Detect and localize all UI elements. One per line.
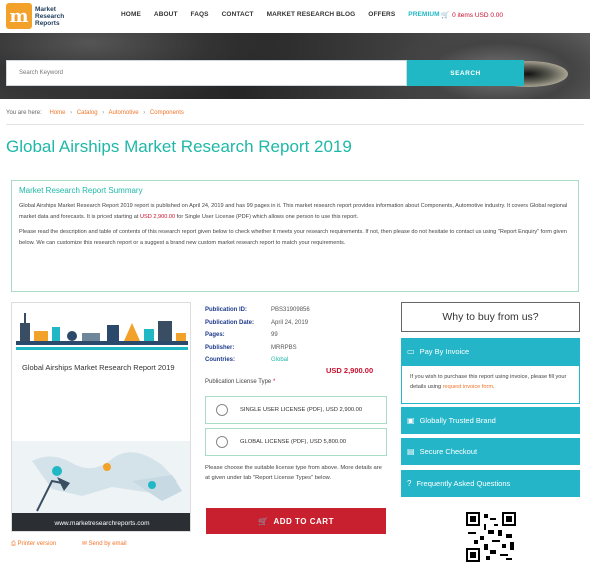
- cart-summary[interactable]: 🛒 0 items USD 0.00: [441, 11, 503, 19]
- send-by-email-link[interactable]: ✉ Send by email: [82, 541, 139, 547]
- search-button[interactable]: SEARCH: [407, 60, 524, 86]
- pay-by-invoice-button[interactable]: ▭ Pay By Invoice: [401, 338, 580, 365]
- nav-home[interactable]: HOME: [121, 11, 141, 18]
- report-cover-image: Global Airships Market Research Report 2…: [11, 302, 191, 532]
- detail-row-publisher: Publisher: MRRPBS: [205, 344, 297, 351]
- logo-mark-icon: m: [6, 3, 32, 29]
- report-actions: ⎙ Printer version ✉ Send by email: [11, 540, 151, 548]
- detail-row-countries: Countries: Global: [205, 354, 310, 367]
- nav-contact[interactable]: CONTACT: [222, 11, 254, 18]
- site-logo[interactable]: m Market Research Reports: [6, 2, 76, 30]
- logo-text: Market Research Reports: [35, 5, 65, 27]
- countries-link[interactable]: Global: [271, 354, 288, 367]
- world-map-illustration: [12, 441, 190, 521]
- breadcrumb-components[interactable]: Components: [150, 110, 184, 116]
- detail-row-date: Publication Date: April 24, 2019: [205, 319, 309, 326]
- request-invoice-link[interactable]: request invoice form: [443, 384, 493, 390]
- industry-illustration: [12, 303, 190, 353]
- summary-price: USD 2,900.00: [139, 213, 176, 220]
- breadcrumb-home[interactable]: Home: [49, 110, 65, 116]
- global-license-radio[interactable]: [216, 436, 228, 448]
- breadcrumb-automotive[interactable]: Automotive: [109, 110, 139, 116]
- search-placeholder: Search Keyword: [19, 70, 64, 76]
- cart-text: 0 items USD 0.00: [452, 12, 504, 19]
- publication-details: Publication ID: PBS31909856 Publication D…: [205, 304, 310, 367]
- cover-title: Global Airships Market Research Report 2…: [22, 363, 175, 372]
- invoice-info: If you wish to purchase this report usin…: [401, 365, 580, 404]
- site-header: m Market Research Reports HOME ABOUT FAQ…: [0, 0, 590, 33]
- summary-paragraph-1: Global Airships Market Research Report 2…: [19, 203, 568, 220]
- nav-faqs[interactable]: FAQS: [191, 11, 209, 18]
- faq-button[interactable]: ? Frequently Asked Questions: [401, 470, 580, 497]
- cover-footer: www.marketresearchreports.com: [12, 513, 190, 531]
- report-summary: Market Research Report Summary Global Ai…: [11, 180, 579, 292]
- question-icon: ?: [407, 479, 412, 488]
- nav-premium[interactable]: PREMIUM: [408, 11, 439, 18]
- summary-paragraph-2: Please read the description and table of…: [19, 229, 567, 246]
- page-title: Global Airships Market Research Report 2…: [6, 137, 352, 156]
- checkout-icon: ▤: [407, 447, 415, 456]
- nav-market-research-blog[interactable]: MARKET RESEARCH BLOG: [267, 11, 356, 18]
- cart-icon: 🛒: [441, 12, 450, 19]
- summary-heading: Market Research Report Summary: [19, 186, 143, 195]
- detail-row-pages: Pages: 99: [205, 332, 278, 339]
- single-license-label: SINGLE USER LICENSE (PDF), USD 2,900.00: [240, 407, 363, 413]
- secure-checkout-button[interactable]: ▤ Secure Checkout: [401, 438, 580, 465]
- search-input[interactable]: Search Keyword: [6, 60, 407, 86]
- main-nav: HOME ABOUT FAQS CONTACT MARKET RESEARCH …: [121, 11, 453, 18]
- globally-trusted-button[interactable]: ▣ Globally Trusted Brand: [401, 407, 580, 434]
- breadcrumb: You are here: Home › Catalog › Automotiv…: [6, 110, 184, 116]
- add-to-cart-button[interactable]: 🛒 ADD TO CART: [206, 508, 386, 534]
- license-note: Please choose the suitable license type …: [205, 465, 382, 481]
- license-option-global[interactable]: GLOBAL LICENSE (PDF), USD 5,800.00: [205, 428, 387, 456]
- nav-about[interactable]: ABOUT: [154, 11, 178, 18]
- single-license-radio[interactable]: [216, 404, 228, 416]
- global-license-label: GLOBAL LICENSE (PDF), USD 5,800.00: [240, 439, 347, 445]
- license-type-label: Publication License Type *: [205, 379, 276, 385]
- qr-code: [466, 512, 516, 562]
- breadcrumb-catalog[interactable]: Catalog: [77, 110, 98, 116]
- breadcrumb-divider: [6, 124, 584, 125]
- breadcrumb-prefix: You are here:: [6, 110, 42, 116]
- report-price: USD 2,900.00: [326, 366, 374, 375]
- nav-offers[interactable]: OFFERS: [368, 11, 395, 18]
- cart-plus-icon: 🛒: [258, 516, 269, 526]
- license-option-single[interactable]: SINGLE USER LICENSE (PDF), USD 2,900.00: [205, 396, 387, 424]
- printer-version-link[interactable]: ⎙ Printer version: [11, 541, 68, 547]
- credit-card-icon: ▭: [407, 347, 415, 356]
- why-buy-heading: Why to buy from us?: [401, 302, 580, 332]
- trusted-icon: ▣: [407, 416, 415, 425]
- detail-row-id: Publication ID: PBS31909856: [205, 307, 310, 313]
